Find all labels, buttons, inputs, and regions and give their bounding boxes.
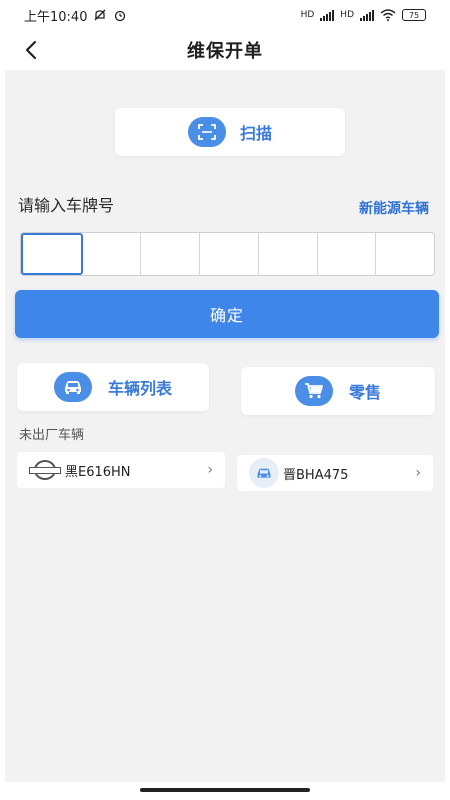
car-icon-badge bbox=[53, 372, 92, 402]
alarm-icon bbox=[115, 10, 126, 22]
plate-cell-7[interactable] bbox=[376, 233, 434, 275]
signal-icon-1 bbox=[320, 9, 335, 21]
vehicle-list-button[interactable]: 车辆列表 bbox=[17, 363, 209, 411]
battery-indicator: 75 bbox=[402, 9, 426, 21]
confirm-button[interactable]: 确定 bbox=[15, 290, 439, 338]
vehicle-list-label: 车辆列表 bbox=[107, 379, 172, 398]
cart-icon-badge bbox=[294, 376, 333, 406]
scan-icon-badge bbox=[187, 117, 226, 147]
plate-input[interactable] bbox=[20, 232, 435, 276]
car-icon-badge bbox=[249, 458, 279, 488]
plate-cell-4[interactable] bbox=[200, 233, 259, 275]
mute-icon bbox=[95, 9, 106, 21]
main-content: 扫描 请输入车牌号 新能源车辆 确定 车辆列表 零售 未出厂车辆 黑E616HN… bbox=[5, 70, 445, 782]
vehicle-plate: 晋BHA475 bbox=[283, 467, 349, 483]
signal-icon-2 bbox=[360, 9, 374, 21]
status-time: 上午10:40 bbox=[24, 9, 88, 25]
scan-icon bbox=[198, 124, 216, 140]
plate-cell-2[interactable] bbox=[83, 233, 142, 275]
plate-cell-1[interactable] bbox=[21, 233, 83, 275]
plate-input-label: 请输入车牌号 bbox=[18, 196, 115, 215]
vehicle-plate: 黑E616HN bbox=[65, 464, 131, 480]
page-title: 维保开单 bbox=[187, 41, 263, 62]
network-label-1: HD bbox=[300, 10, 315, 20]
plate-cell-3[interactable] bbox=[141, 233, 201, 275]
scan-button[interactable]: 扫描 bbox=[115, 108, 345, 156]
retail-label: 零售 bbox=[348, 383, 381, 402]
chevron-right-icon: › bbox=[207, 462, 213, 478]
unexited-vehicles-heading: 未出厂车辆 bbox=[19, 428, 85, 443]
vehicle-item[interactable]: 晋BHA475 › bbox=[237, 455, 433, 491]
cart-icon bbox=[304, 383, 323, 399]
nissan-bar bbox=[29, 466, 61, 474]
status-left: 上午10:40 bbox=[24, 6, 127, 25]
home-indicator[interactable] bbox=[140, 788, 310, 792]
nissan-logo bbox=[29, 459, 61, 481]
new-energy-vehicle-link[interactable]: 新能源车辆 bbox=[359, 198, 429, 218]
car-icon bbox=[257, 468, 271, 478]
vehicle-item[interactable]: 黑E616HN › bbox=[17, 452, 225, 488]
scan-label: 扫描 bbox=[239, 124, 272, 143]
status-right: HD HD 75 bbox=[301, 9, 426, 21]
car-icon bbox=[64, 381, 81, 394]
plate-cell-6[interactable] bbox=[318, 233, 377, 275]
retail-button[interactable]: 零售 bbox=[241, 367, 435, 415]
plate-cell-5[interactable] bbox=[259, 233, 318, 275]
chevron-right-icon: › bbox=[415, 465, 421, 481]
nav-bar: 维保开单 bbox=[0, 30, 450, 70]
chevron-left-icon[interactable] bbox=[20, 38, 44, 62]
wifi-icon bbox=[380, 9, 396, 21]
network-label-2: HD bbox=[340, 10, 354, 20]
status-bar: 上午10:40 HD HD 75 bbox=[0, 0, 450, 30]
